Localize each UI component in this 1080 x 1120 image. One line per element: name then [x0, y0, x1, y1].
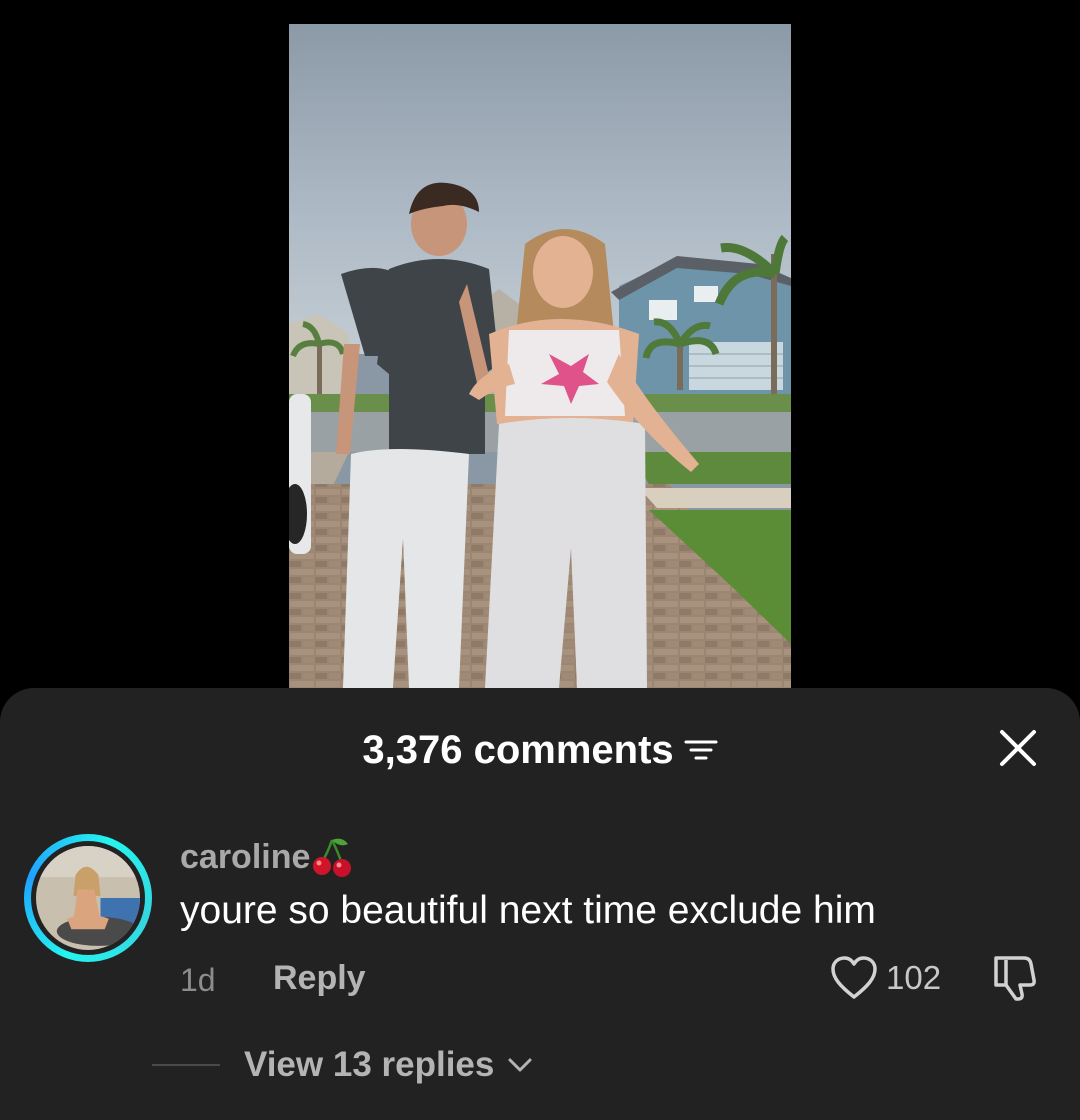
- comments-sheet: 3,376 comments caroline youre so beautif…: [0, 688, 1080, 1120]
- reply-button[interactable]: Reply: [273, 958, 366, 998]
- comment-username[interactable]: caroline: [180, 836, 352, 878]
- heart-icon: [831, 956, 877, 999]
- avatar-photo: [36, 846, 140, 950]
- avatar[interactable]: [24, 834, 152, 962]
- comments-header: 3,376 comments: [0, 688, 1080, 812]
- app-screen: 3,376 comments caroline youre so beautif…: [0, 0, 1080, 1120]
- comment-timestamp: 1d: [180, 962, 216, 998]
- view-replies-button[interactable]: View 13 replies: [152, 1040, 534, 1090]
- comment-item: caroline youre so beautiful next time ex…: [0, 828, 1080, 1120]
- chevron-down-icon: [508, 1058, 532, 1072]
- close-icon[interactable]: [994, 724, 1042, 772]
- like-count: 102: [886, 959, 942, 996]
- comment-text: youre so beautiful next time exclude him: [180, 889, 876, 932]
- video-player[interactable]: [289, 24, 791, 688]
- sort-filter-icon[interactable]: [684, 736, 718, 764]
- comments-count-title: 3,376 comments: [362, 728, 674, 772]
- video-frame: [289, 24, 791, 688]
- cherry-emoji-icon: [313, 838, 352, 877]
- like-button[interactable]: 102: [830, 952, 941, 1004]
- view-replies-label: View 13 replies: [244, 1045, 495, 1084]
- dislike-icon[interactable]: [990, 952, 1042, 1002]
- replies-divider: [152, 1064, 220, 1066]
